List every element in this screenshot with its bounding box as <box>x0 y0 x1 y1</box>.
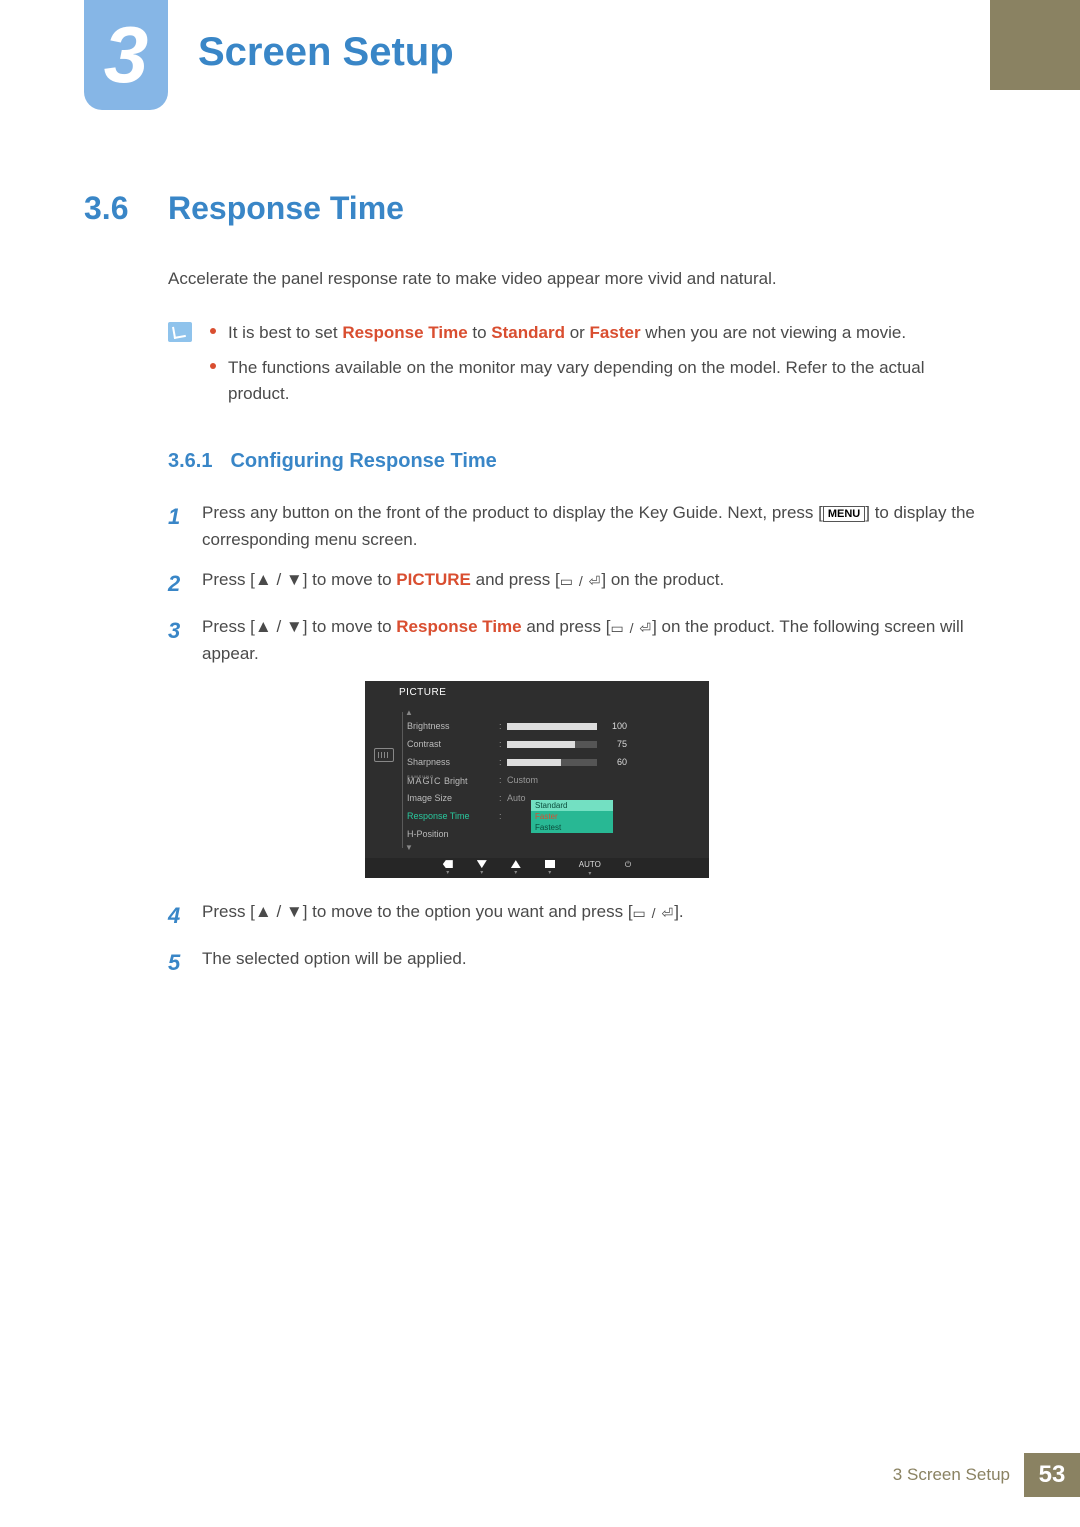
step-text: Press any button on the front of the pro… <box>202 499 990 553</box>
section-heading: 3.6 Response Time <box>84 190 990 227</box>
section-number: 3.6 <box>84 190 144 227</box>
bullet-icon <box>210 363 216 369</box>
scroll-up-icon: ▲ <box>405 708 701 717</box>
note-list: It is best to set Response Time to Stand… <box>210 320 990 417</box>
slider-bar <box>507 759 597 766</box>
note-text: It is best to set Response Time to Stand… <box>228 320 906 346</box>
osd-panel: PICTURE ▲ Brightness : 100 Contrast : <box>365 681 709 878</box>
step-number: 1 <box>168 499 182 553</box>
step-number: 3 <box>168 613 182 667</box>
note-item: It is best to set Response Time to Stand… <box>210 320 990 346</box>
section-intro: Accelerate the panel response rate to ma… <box>168 267 990 292</box>
enter-icon: ▭ / ⏎ <box>610 620 652 636</box>
enter-icon: ▭ / ⏎ <box>560 573 602 589</box>
step-1: 1 Press any button on the front of the p… <box>168 499 990 553</box>
enter-icon: ▭ / ⏎ <box>633 905 675 921</box>
osd-key-down: ▾ <box>477 860 487 876</box>
step-number: 2 <box>168 566 182 601</box>
osd-row-brightness: Brightness : 100 <box>407 717 701 735</box>
step-text: The selected option will be applied. <box>202 945 467 980</box>
note-item: The functions available on the monitor m… <box>210 355 990 406</box>
footer-chapter-label: 3 Screen Setup <box>893 1465 1010 1485</box>
step-5: 5 The selected option will be applied. <box>168 945 990 980</box>
osd-row-sharpness: Sharpness : 60 <box>407 753 701 771</box>
chapter-tab: 3 <box>84 0 168 110</box>
osd-row-magic-bright: SAMSUNG MAGIC Bright : Custom <box>407 771 701 789</box>
osd-option-faster: Faster <box>531 811 613 822</box>
step-2: 2 Press [▲ / ▼] to move to PICTURE and p… <box>168 566 990 601</box>
slider-bar <box>507 723 597 730</box>
scroll-down-icon: ▼ <box>405 843 701 852</box>
osd-menu-list: ▲ Brightness : 100 Contrast : 75 S <box>403 702 709 858</box>
step-text: Press [▲ / ▼] to move to PICTURE and pre… <box>202 566 724 601</box>
osd-title: PICTURE <box>365 681 709 702</box>
subsection-title: Configuring Response Time <box>230 450 496 473</box>
osd-screenshot: PICTURE ▲ Brightness : 100 Contrast : <box>84 681 990 878</box>
subsection-heading: 3.6.1 Configuring Response Time <box>168 450 990 473</box>
page-content: 3.6 Response Time Accelerate the panel r… <box>84 190 990 992</box>
chapter-title: Screen Setup <box>198 30 454 75</box>
menu-button-label: MENU <box>823 506 865 522</box>
updown-icon: ▲ / ▼ <box>255 902 303 921</box>
osd-row-contrast: Contrast : 75 <box>407 735 701 753</box>
footer-page-number: 53 <box>1024 1453 1080 1497</box>
step-3: 3 Press [▲ / ▼] to move to Response Time… <box>168 613 990 667</box>
monitor-icon <box>374 748 394 762</box>
note-block: It is best to set Response Time to Stand… <box>168 320 990 417</box>
power-icon: ⏻ <box>625 860 631 870</box>
note-text: The functions available on the monitor m… <box>228 355 990 406</box>
slider-bar <box>507 741 597 748</box>
step-text: Press [▲ / ▼] to move to Response Time a… <box>202 613 990 667</box>
page-footer: 3 Screen Setup 53 <box>893 1453 1080 1497</box>
osd-key-back: ▾ <box>443 860 453 876</box>
top-corner-accent <box>990 0 1080 90</box>
osd-key-auto: AUTO▾ <box>579 860 601 877</box>
osd-option-standard: Standard <box>531 800 613 811</box>
bullet-icon <box>210 328 216 334</box>
osd-options-popup: Standard Faster Fastest <box>531 800 613 833</box>
updown-icon: ▲ / ▼ <box>255 617 303 636</box>
chapter-number: 3 <box>104 15 149 95</box>
step-number: 5 <box>168 945 182 980</box>
osd-option-fastest: Fastest <box>531 822 613 833</box>
osd-key-enter: ▾ <box>545 860 555 876</box>
osd-category-icon-column <box>365 702 403 858</box>
step-text: Press [▲ / ▼] to move to the option you … <box>202 898 684 933</box>
subsection-number: 3.6.1 <box>168 450 212 473</box>
step-number: 4 <box>168 898 182 933</box>
section-title: Response Time <box>168 190 404 227</box>
samsung-magic-logo: SAMSUNG MAGIC <box>407 775 442 785</box>
step-4: 4 Press [▲ / ▼] to move to the option yo… <box>168 898 990 933</box>
osd-key-up: ▾ <box>511 860 521 876</box>
updown-icon: ▲ / ▼ <box>255 570 303 589</box>
note-icon <box>168 322 192 342</box>
osd-key-power: ⏻ <box>625 860 631 877</box>
osd-key-guide: ▾ ▾ ▾ ▾ AUTO▾ ⏻ <box>365 858 709 878</box>
